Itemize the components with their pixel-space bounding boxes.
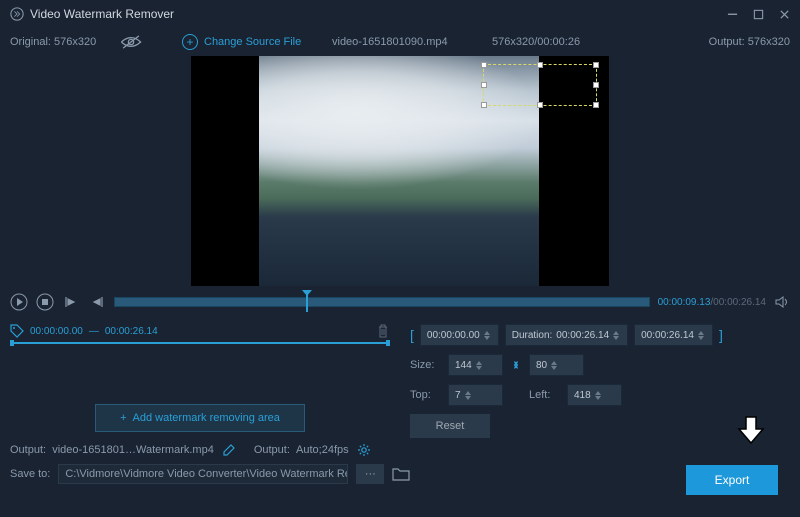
close-button[interactable] bbox=[778, 8, 790, 20]
output-row: Output: video-1651801…Watermark.mp4 Outp… bbox=[0, 438, 800, 462]
spin-up[interactable] bbox=[551, 361, 557, 365]
handle-bl[interactable] bbox=[481, 102, 487, 108]
spin-up[interactable] bbox=[613, 331, 619, 335]
app-title: Video Watermark Remover bbox=[30, 7, 726, 21]
volume-icon[interactable] bbox=[774, 294, 790, 310]
handle-ml[interactable] bbox=[481, 82, 487, 88]
segment-tag-icon bbox=[10, 324, 24, 338]
link-aspect-icon[interactable] bbox=[509, 358, 523, 372]
size-label: Size: bbox=[410, 359, 442, 371]
minimize-button[interactable] bbox=[726, 8, 738, 20]
source-meta: 576x320/00:00:26 bbox=[492, 36, 709, 48]
segment-item[interactable]: 00:00:00.00 — 00:00:26.14 bbox=[10, 324, 390, 344]
spin-up[interactable] bbox=[476, 361, 482, 365]
width-input[interactable]: 144 bbox=[448, 354, 503, 376]
left-input[interactable]: 418 bbox=[567, 384, 622, 406]
plus-circle-icon: + bbox=[182, 34, 198, 50]
output-dim-label: Output: 576x320 bbox=[709, 36, 790, 48]
segment-end: 00:00:26.14 bbox=[105, 326, 158, 337]
export-button[interactable]: Export bbox=[686, 465, 778, 495]
handle-bm[interactable] bbox=[537, 102, 543, 108]
spin-down[interactable] bbox=[698, 336, 704, 340]
add-area-button[interactable]: + Add watermark removing area bbox=[95, 404, 305, 432]
bracket-left-icon[interactable]: [ bbox=[410, 327, 414, 343]
preview-toggle-icon[interactable] bbox=[120, 35, 142, 49]
save-to-label: Save to: bbox=[10, 468, 50, 480]
spin-down[interactable] bbox=[613, 336, 619, 340]
end-time-input[interactable]: 00:00:26.14 bbox=[634, 324, 713, 346]
info-bar: Original: 576x320 + Change Source File v… bbox=[0, 28, 800, 56]
handle-br[interactable] bbox=[593, 102, 599, 108]
play-button[interactable] bbox=[10, 293, 28, 311]
height-input[interactable]: 80 bbox=[529, 354, 584, 376]
seek-slider[interactable] bbox=[114, 297, 650, 307]
plus-icon: + bbox=[120, 412, 126, 424]
start-time-input[interactable]: 00:00:00.00 bbox=[420, 324, 499, 346]
output-file-label: Output: video-1651801…Watermark.mp4 bbox=[10, 444, 214, 456]
browse-button[interactable]: ··· bbox=[356, 464, 384, 484]
time-display: 00:00:09.13/00:00:26.14 bbox=[658, 297, 766, 308]
delete-segment-icon[interactable] bbox=[376, 324, 390, 338]
spin-down[interactable] bbox=[465, 396, 471, 400]
reset-button[interactable]: Reset bbox=[410, 414, 490, 438]
selection-box[interactable] bbox=[483, 64, 597, 106]
output-settings-icon[interactable] bbox=[357, 443, 371, 457]
handle-tl[interactable] bbox=[481, 62, 487, 68]
source-filename: video-1651801090.mp4 bbox=[332, 36, 492, 48]
mark-out-button[interactable] bbox=[88, 293, 106, 311]
handle-tm[interactable] bbox=[537, 62, 543, 68]
download-arrow-icon bbox=[737, 415, 765, 445]
mark-in-button[interactable] bbox=[62, 293, 80, 311]
left-label: Left: bbox=[529, 389, 561, 401]
segment-start: 00:00:00.00 bbox=[30, 326, 83, 337]
top-input[interactable]: 7 bbox=[448, 384, 503, 406]
spin-up[interactable] bbox=[595, 391, 601, 395]
save-row: Save to: C:\Vidmore\Vidmore Video Conver… bbox=[0, 462, 800, 486]
handle-mr[interactable] bbox=[593, 82, 599, 88]
change-source-label: Change Source File bbox=[204, 36, 301, 48]
bracket-right-icon[interactable]: ] bbox=[719, 327, 723, 343]
segment-bar[interactable] bbox=[10, 342, 390, 344]
spin-down[interactable] bbox=[551, 366, 557, 370]
edit-output-icon[interactable] bbox=[222, 443, 236, 457]
duration-input[interactable]: Duration:00:00:26.14 bbox=[505, 324, 628, 346]
segment-sep: — bbox=[89, 326, 99, 337]
titlebar: Video Watermark Remover bbox=[0, 0, 800, 28]
spin-down[interactable] bbox=[476, 366, 482, 370]
save-path-input[interactable]: C:\Vidmore\Vidmore Video Converter\Video… bbox=[58, 464, 348, 484]
output-format-label: Output: Auto;24fps bbox=[254, 444, 349, 456]
maximize-button[interactable] bbox=[752, 8, 764, 20]
top-label: Top: bbox=[410, 389, 442, 401]
preview-area bbox=[0, 56, 800, 286]
segments-panel: 00:00:00.00 — 00:00:26.14 + Add watermar… bbox=[0, 318, 400, 438]
app-logo-icon bbox=[10, 7, 24, 21]
spin-down[interactable] bbox=[484, 336, 490, 340]
original-dim-label: Original: 576x320 bbox=[10, 36, 120, 48]
spin-up[interactable] bbox=[465, 391, 471, 395]
change-source-button[interactable]: + Change Source File bbox=[182, 34, 332, 50]
playback-controls: 00:00:09.13/00:00:26.14 bbox=[0, 286, 800, 318]
video-preview[interactable] bbox=[191, 56, 609, 286]
spin-up[interactable] bbox=[484, 331, 490, 335]
add-area-label: Add watermark removing area bbox=[133, 412, 280, 424]
handle-tr[interactable] bbox=[593, 62, 599, 68]
spin-down[interactable] bbox=[595, 396, 601, 400]
open-folder-icon[interactable] bbox=[392, 467, 410, 481]
stop-button[interactable] bbox=[36, 293, 54, 311]
spin-up[interactable] bbox=[698, 331, 704, 335]
seek-thumb[interactable] bbox=[302, 292, 312, 302]
edit-panels: 00:00:00.00 — 00:00:26.14 + Add watermar… bbox=[0, 318, 800, 438]
